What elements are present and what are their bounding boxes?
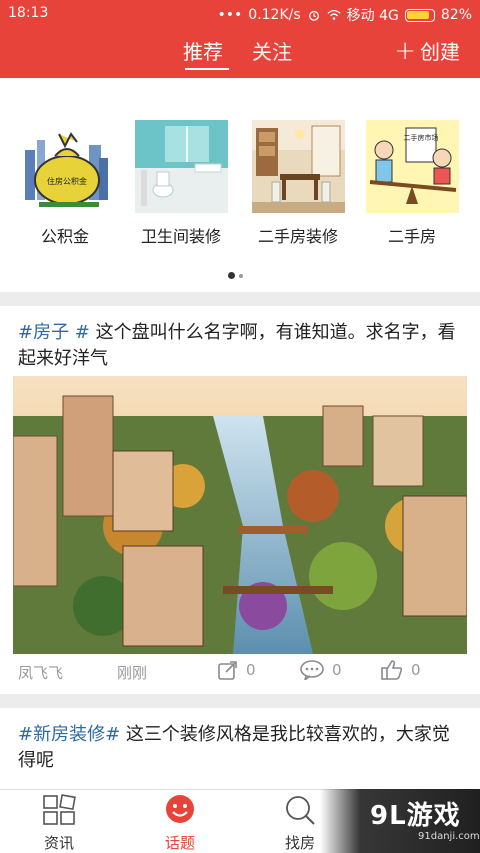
category-carousel: 住房公积金 公积金 卫生间装修 二手房装修 二手房市场 二手房 [0, 78, 480, 292]
category-item-bathroom[interactable]: 卫生间装修 [131, 120, 231, 247]
category-item-gongjijin[interactable]: 住房公积金 公积金 [15, 120, 115, 247]
grid-icon [43, 794, 76, 825]
wifi-icon [327, 9, 341, 20]
watermark-url: 91danji.com [418, 831, 480, 842]
section-divider [0, 292, 480, 306]
post-card[interactable]: #新房装修# 这三个装修风格是我比较喜欢的，大家觉得呢 [0, 708, 480, 789]
battery-icon [404, 8, 435, 22]
post-image[interactable] [13, 376, 467, 654]
search-icon [286, 796, 315, 825]
top-tabs: 推荐 关注 + 创建 [0, 28, 480, 78]
comment-button[interactable]: 0 [300, 660, 342, 680]
post-tag[interactable]: #新房装修# [18, 724, 120, 745]
post-content: #新房装修# 这三个装修风格是我比较喜欢的，大家觉得呢 [18, 722, 464, 774]
status-time: 18:13 [8, 5, 49, 21]
category-item-second-hand-house[interactable]: 二手房市场 二手房 [362, 120, 462, 247]
nav-label: 话题 [164, 834, 195, 852]
like-button[interactable]: 0 [381, 660, 421, 680]
category-label: 二手房 [387, 227, 436, 246]
post-meta-bar: 凤飞飞 刚刚 0 0 0 [0, 660, 480, 696]
money-bag-image: 住房公积金 [18, 120, 112, 213]
comment-icon [300, 660, 324, 680]
category-item-second-hand-decor[interactable]: 二手房装修 [248, 120, 348, 247]
post-card[interactable]: #房子 # 这个盘叫什么名字啊，有谁知道。求名字，看起来好洋气 凤飞飞 刚刚 0… [0, 306, 480, 694]
thumbs-up-icon [381, 660, 403, 680]
net-speed: 0.12K/s [248, 7, 301, 23]
post-time: 刚刚 [117, 664, 148, 682]
svg-text:住房公积金: 住房公积金 [47, 176, 87, 186]
category-label: 二手房装修 [257, 227, 338, 246]
create-label: 创建 [420, 40, 460, 64]
tab-recommend[interactable]: 推荐 [183, 36, 223, 65]
post-content: #房子 # 这个盘叫什么名字啊，有谁知道。求名字，看起来好洋气 [18, 320, 464, 372]
active-tab-indicator [185, 68, 229, 70]
category-label: 公积金 [40, 227, 89, 246]
watermark-brand: 9L游戏 [370, 801, 461, 831]
nav-item-news[interactable]: 资讯 [14, 794, 104, 853]
bottom-navigation: 资讯 话题 找房 9L游戏 91danji.com [0, 789, 480, 853]
share-button[interactable]: 0 [218, 660, 256, 680]
post-tag[interactable]: #房子 # [18, 322, 90, 343]
share-icon [218, 661, 237, 680]
plus-icon: + [394, 35, 416, 66]
app-screen: 18:13 ••• 0.12K/s 移动 4G 82% 推荐 关注 + 创建 住… [0, 0, 480, 853]
status-bar: 18:13 ••• 0.12K/s 移动 4G 82% [0, 0, 480, 28]
cartoon-seesaw-image: 二手房市场 [365, 120, 459, 213]
nav-item-topics[interactable]: 话题 [135, 794, 225, 853]
tab-follow[interactable]: 关注 [252, 36, 292, 65]
dining-room-image [251, 120, 345, 213]
bathroom-image [134, 120, 228, 213]
carrier-label: 移动 4G [346, 8, 399, 24]
section-divider [0, 694, 480, 708]
site-watermark: 9L游戏 91danji.com [320, 789, 480, 853]
alarm-icon [308, 10, 319, 21]
page-dot-active [228, 272, 235, 279]
battery-percent: 82% [440, 7, 472, 23]
comment-count: 0 [332, 661, 342, 679]
nav-label: 资讯 [43, 834, 74, 852]
post-author[interactable]: 凤飞飞 [18, 662, 63, 683]
status-indicators: ••• 0.12K/s 移动 4G 82% [218, 5, 473, 25]
chat-bubble-icon [166, 795, 194, 823]
like-count: 0 [411, 661, 421, 679]
page-dot [239, 273, 243, 278]
dots-icon: ••• [217, 7, 243, 23]
top-header: 18:13 ••• 0.12K/s 移动 4G 82% 推荐 关注 + 创建 [0, 0, 480, 78]
carousel-pagination [228, 272, 243, 279]
create-button[interactable]: + 创建 [394, 36, 460, 65]
category-label: 卫生间装修 [140, 227, 221, 246]
share-count: 0 [246, 661, 256, 679]
svg-text:二手房市场: 二手房市场 [403, 133, 438, 142]
